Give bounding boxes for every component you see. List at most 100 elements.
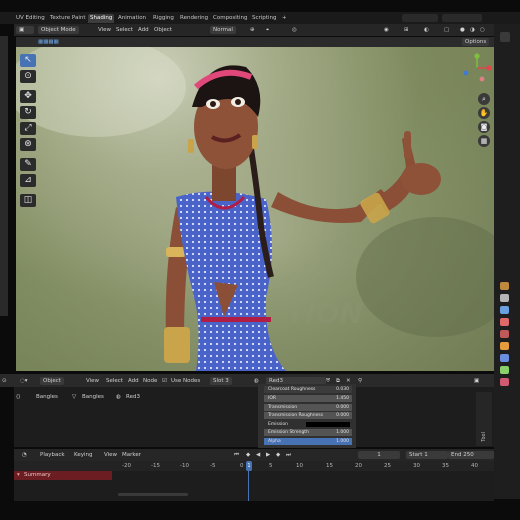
object-mode-dropdown[interactable]: Object Mode [38, 26, 79, 34]
pan-hand-icon[interactable]: ✋ [478, 107, 490, 119]
selectbox-icon[interactable]: ▦▦▦▦ [38, 38, 59, 46]
select-menu[interactable]: Select [116, 26, 133, 34]
modifier-tab-icon[interactable] [500, 354, 509, 362]
xray-icon[interactable]: ▢ [444, 26, 449, 34]
prev-key-icon[interactable]: ◆ [246, 451, 250, 459]
next-key-icon[interactable]: ◆ [276, 451, 280, 459]
tab-animation[interactable]: Animation [116, 14, 148, 23]
shading-solid-icon[interactable]: ● [460, 26, 465, 34]
emission-color-swatch[interactable] [306, 422, 350, 427]
param-row[interactable]: Emission Strength 1.000 [264, 429, 352, 436]
end-frame-field[interactable]: End 250 [448, 451, 494, 459]
add-menu[interactable]: Add [138, 26, 149, 34]
view-layer-selector[interactable] [442, 14, 482, 22]
object-tab-icon[interactable] [500, 342, 509, 350]
playback-menu[interactable]: Playback [40, 451, 65, 459]
node-sidebar: Tool [476, 392, 492, 446]
gizmo-icon[interactable]: ⊞ [404, 26, 409, 34]
scale-icon[interactable]: ⤢ [20, 122, 36, 135]
playhead[interactable]: 1 [246, 461, 252, 471]
editor-type-icon-node[interactable]: ⊙ [2, 377, 7, 385]
tab-rendering[interactable]: Rendering [178, 14, 210, 23]
param-row[interactable]: Alpha 1.000 [264, 438, 352, 445]
marker-menu[interactable]: Marker [122, 451, 141, 459]
render-tab-icon[interactable] [500, 282, 509, 290]
outliner-filter-icon[interactable] [500, 32, 510, 42]
tab-texture-paint[interactable]: Texture Paint [48, 14, 88, 23]
param-row[interactable]: IOR 1.450 [264, 395, 352, 402]
param-row[interactable]: Transmission 0.000 [264, 404, 352, 411]
character-render [16, 47, 494, 371]
start-frame-field[interactable]: Start 1 [406, 451, 448, 459]
overlay-icon[interactable]: ◐ [424, 26, 429, 34]
scene-selector[interactable] [402, 14, 438, 22]
keying-menu[interactable]: Keying [74, 451, 92, 459]
timeline-view-menu[interactable]: View [104, 451, 117, 459]
frame-tick: 35 [442, 463, 449, 469]
tab-scripting[interactable]: Scripting [250, 14, 278, 23]
object-shader-dropdown[interactable]: Object [40, 377, 64, 385]
world-tab-icon[interactable] [500, 330, 509, 338]
navigation-gizmo[interactable] [462, 53, 492, 83]
node-view-menu[interactable]: View [86, 377, 99, 385]
transform-icon[interactable]: ⊛ [20, 138, 36, 151]
tab-shading[interactable]: Shading [88, 14, 115, 23]
use-nodes-checkbox[interactable]: ☑ [162, 377, 167, 385]
grid-icon[interactable]: ▦ [478, 135, 490, 147]
timeline-scrollbar[interactable] [118, 493, 188, 496]
tab-rigging[interactable]: Rigging [151, 14, 176, 23]
snap-menu-icon[interactable]: ◌▾ [20, 377, 28, 385]
scene-tab-icon[interactable] [500, 318, 509, 326]
data-tab-icon[interactable] [500, 366, 509, 374]
param-row[interactable]: Clearcoat Roughness 0.030 [264, 386, 352, 393]
node-add-menu[interactable]: Add [128, 377, 139, 385]
view-menu[interactable]: View [98, 26, 111, 34]
summary-row[interactable]: ▾ Summary [14, 471, 112, 480]
visibility-icon[interactable]: ◉ [384, 26, 389, 34]
material-tab-icon[interactable] [500, 378, 509, 386]
select-cursor-icon[interactable]: ↖ [20, 54, 36, 67]
options-dropdown[interactable]: Options [462, 38, 490, 46]
3d-viewport[interactable]: TION ⌕ ✋ ◙ ▦ [16, 47, 494, 371]
pivot-icon[interactable]: ⊕ [250, 26, 255, 34]
overlay-node-icon[interactable]: ▣ [474, 377, 479, 385]
slot-dropdown[interactable]: Slot 3 [210, 377, 232, 385]
zoom-icon[interactable]: ⌕ [478, 93, 490, 105]
object-menu[interactable]: Object [154, 26, 172, 34]
collapse-icon[interactable]: ▾ [17, 472, 20, 478]
add-cube-icon[interactable]: ◫ [20, 194, 36, 207]
snap-icon[interactable]: ⌖ [266, 26, 269, 34]
output-tab-icon[interactable] [500, 294, 509, 302]
orientation-dropdown[interactable]: Normal [210, 26, 236, 34]
frame-ruler[interactable]: -20 -15 -10 -5 0 5 10 15 20 25 30 35 40 [14, 461, 494, 471]
tab-compositing[interactable]: Compositing [211, 14, 249, 23]
param-label: IOR [268, 396, 276, 401]
param-row[interactable]: Transmission Roughness 0.000 [264, 412, 352, 419]
proportional-icon[interactable]: ◎ [292, 26, 297, 34]
node-select-menu[interactable]: Select [106, 377, 123, 385]
current-frame-field[interactable]: 1 [358, 451, 400, 459]
timeline-editor-icon[interactable]: ◔ [22, 451, 27, 459]
shading-material-icon[interactable]: ◑ [470, 26, 475, 34]
pin-icon[interactable]: ⚲ [358, 377, 362, 385]
move-icon[interactable]: ✥ [20, 90, 36, 103]
measure-icon[interactable]: ⊿ [20, 174, 36, 187]
play-icon[interactable]: ▶ [266, 451, 270, 459]
jump-end-icon[interactable]: ⏭ [286, 451, 291, 459]
timeline-area[interactable]: -20 -15 -10 -5 0 5 10 15 20 25 30 35 40 … [14, 461, 494, 501]
play-reverse-icon[interactable]: ◀ [256, 451, 260, 459]
rotate-icon[interactable]: ↻ [20, 106, 36, 119]
tab-uv-editing[interactable]: UV Editing [14, 14, 47, 23]
node-menu[interactable]: Node [143, 377, 157, 385]
cursor-icon[interactable]: ⊙ [20, 70, 36, 83]
camera-icon[interactable]: ◙ [478, 121, 490, 133]
node-editor-area[interactable]: ⟨⟩ Bangles ▽ Bangles ◍ Red3 [14, 387, 494, 447]
jump-start-icon[interactable]: ⏮ [234, 451, 239, 459]
shading-rendered-icon[interactable]: ○ [480, 26, 485, 34]
view-layer-tab-icon[interactable] [500, 306, 509, 314]
add-workspace-button[interactable]: + [280, 14, 289, 23]
editor-type-icon[interactable]: ▣ [16, 26, 34, 34]
sidebar-tab-tool[interactable]: Tool [481, 432, 487, 442]
annotate-icon[interactable]: ✎ [20, 158, 36, 171]
param-row[interactable]: Emission [264, 421, 352, 428]
